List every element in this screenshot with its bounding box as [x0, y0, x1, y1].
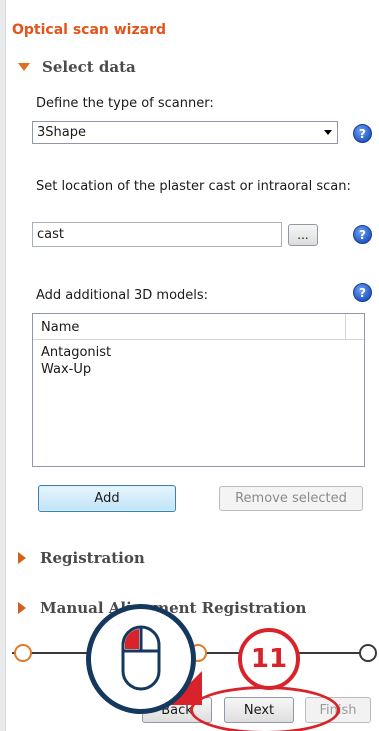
wizard-title: Optical scan wizard	[12, 22, 167, 38]
scan-location-input[interactable]: cast	[32, 222, 282, 247]
progress-step-marker	[359, 644, 377, 662]
help-icon[interactable]: ?	[353, 225, 372, 244]
mouse-icon	[121, 625, 161, 691]
add-button[interactable]: Add	[38, 485, 176, 512]
triangle-right-icon	[18, 602, 26, 614]
scanner-type-label: Define the type of scanner:	[36, 96, 214, 111]
triangle-down-icon	[18, 63, 30, 71]
section-registration-label: Registration	[40, 549, 145, 567]
triangle-right-icon	[18, 552, 26, 564]
scan-location-label: Set location of the plaster cast or intr…	[36, 179, 351, 194]
additional-models-label: Add additional 3D models:	[36, 288, 209, 303]
panel-edge	[0, 0, 6, 731]
models-list[interactable]: Name Antagonist Wax-Up	[32, 313, 365, 467]
browse-button[interactable]: ...	[288, 224, 318, 246]
next-button-highlight	[190, 686, 340, 731]
scan-location-value: cast	[37, 227, 64, 242]
section-select-data-label: Select data	[42, 58, 136, 76]
optical-scan-wizard-panel: Optical scan wizard Select data Define t…	[0, 0, 379, 731]
remove-selected-button[interactable]: Remove selected	[219, 486, 363, 511]
column-separator[interactable]	[345, 314, 346, 340]
chevron-down-icon[interactable]	[319, 122, 337, 143]
section-registration[interactable]: Registration	[18, 549, 145, 567]
list-item[interactable]: Antagonist	[41, 345, 111, 360]
mouse-callout	[86, 604, 196, 714]
step-number-badge: 11	[238, 628, 300, 690]
scanner-type-value: 3Shape	[37, 125, 86, 140]
scanner-type-select[interactable]: 3Shape	[32, 121, 338, 144]
help-icon[interactable]: ?	[353, 283, 372, 302]
list-item[interactable]: Wax-Up	[41, 362, 91, 377]
column-header-name[interactable]: Name	[41, 320, 79, 335]
help-icon[interactable]: ?	[353, 124, 372, 143]
models-list-header[interactable]: Name	[33, 314, 364, 340]
progress-step-marker	[14, 644, 32, 662]
section-select-data[interactable]: Select data	[18, 58, 136, 76]
